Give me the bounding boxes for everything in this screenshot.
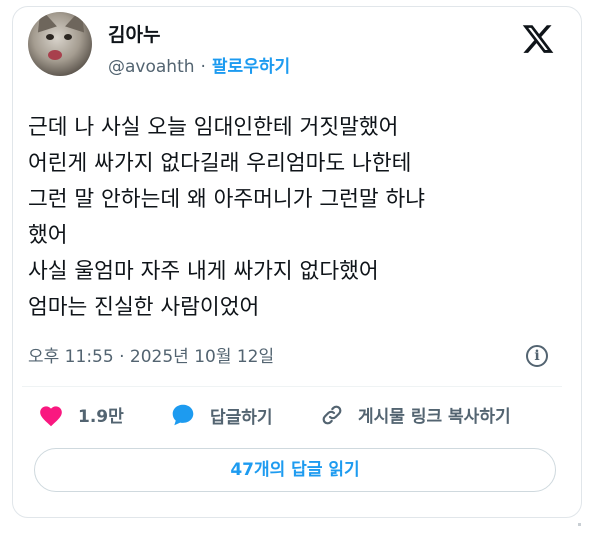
reply-label: 답글하기 xyxy=(210,407,273,428)
like-button[interactable]: 1.9만 xyxy=(38,402,124,427)
speech-bubble-icon xyxy=(172,404,194,426)
link-icon xyxy=(322,405,342,424)
author-handle[interactable]: @avoahth xyxy=(108,57,195,77)
reply-button[interactable]: 답글하기 xyxy=(170,402,273,428)
info-icon[interactable]: i xyxy=(526,345,548,367)
read-replies-button[interactable]: 47개의 답글 읽기 xyxy=(34,448,556,492)
copy-link-button[interactable]: 게시물 링크 복사하기 xyxy=(320,402,511,427)
cat-mouth xyxy=(48,50,62,60)
avatar[interactable] xyxy=(28,12,92,76)
x-logo-icon[interactable] xyxy=(521,22,555,56)
tweet-timestamp[interactable]: 오후 11:55 · 2025년 10월 12일 xyxy=(28,342,274,367)
heart-icon xyxy=(40,405,62,426)
cat-ear-right xyxy=(65,12,91,33)
like-count: 1.9만 xyxy=(78,407,124,427)
copy-link-label: 게시물 링크 복사하기 xyxy=(358,407,511,427)
follow-button[interactable]: 팔로우하기 xyxy=(212,57,290,77)
corner-mark xyxy=(578,523,581,526)
author-name[interactable]: 김아누 xyxy=(108,20,160,47)
cat-eye-left xyxy=(46,34,54,40)
author-handle-row: @avoahth · 팔로우하기 xyxy=(108,52,290,77)
separator-dot: · xyxy=(200,57,206,77)
divider xyxy=(22,386,562,387)
cat-eye-right xyxy=(64,34,72,40)
tweet-text: 근데 나 사실 오늘 임대인한테 거짓말했어 어린게 싸가지 없다길래 우리엄마… xyxy=(28,115,426,320)
cat-ear-left xyxy=(31,12,57,33)
